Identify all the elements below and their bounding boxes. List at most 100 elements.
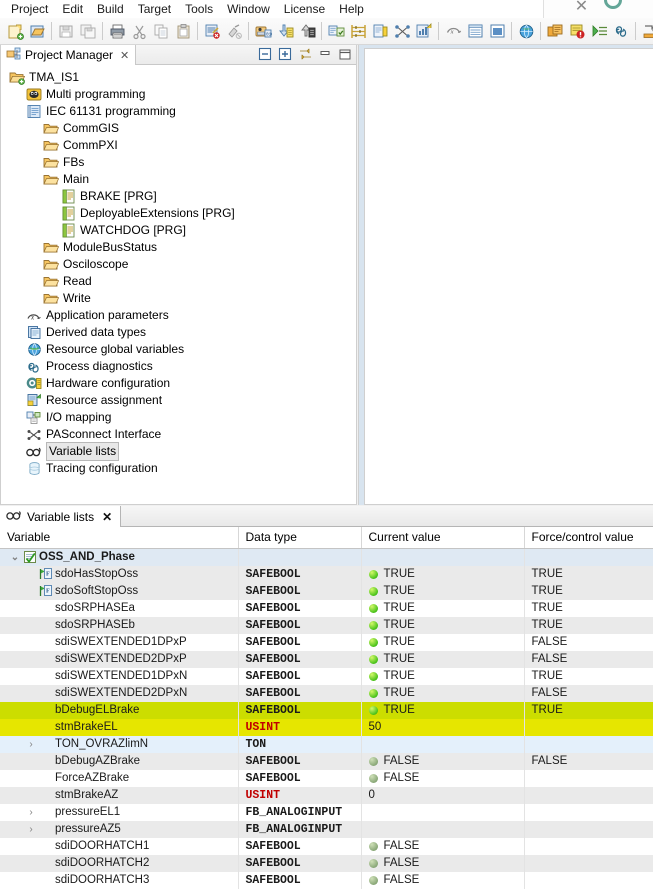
column-header-data-type[interactable]: Data type: [238, 527, 362, 549]
debug-icon[interactable]: x: [442, 20, 464, 42]
cell-current-value[interactable]: TRUE: [361, 616, 525, 634]
cell-data-type[interactable]: SAFEBOOL: [238, 650, 362, 668]
tree-item-tma-is1[interactable]: TMA_IS1: [1, 69, 356, 86]
cell-variable[interactable]: stmBrakeEL: [0, 718, 239, 736]
cell-force-value[interactable]: FALSE: [524, 684, 653, 702]
cell-variable[interactable]: sdoSRPHASEb: [0, 616, 239, 634]
chevron-down-icon[interactable]: ⌄: [7, 549, 23, 566]
save-all-icon[interactable]: [77, 20, 99, 42]
close-icon[interactable]: ✕: [120, 49, 129, 62]
cell-variable[interactable]: FsdoHasStopOss: [0, 565, 239, 583]
table-row[interactable]: FsdoHasStopOss SAFEBOOL TRUE TRUE: [0, 565, 653, 583]
chart-icon[interactable]: [413, 20, 435, 42]
cell-data-type[interactable]: SAFEBOOL: [238, 582, 362, 600]
cell-force-value[interactable]: TRUE: [524, 565, 653, 583]
table-row[interactable]: › TON_OVRAZlimN TON: [0, 735, 653, 753]
save-icon[interactable]: [55, 20, 77, 42]
variable-list-icon[interactable]: [464, 20, 486, 42]
table-row[interactable]: ForceAZBrake SAFEBOOL FALSE: [0, 769, 653, 787]
cell-variable[interactable]: sdiDOORHATCH2: [0, 854, 239, 872]
cell-current-value[interactable]: TRUE: [361, 684, 525, 702]
tree-item-tracing-configuration[interactable]: Tracing configuration: [1, 460, 356, 477]
cell-data-type[interactable]: [238, 548, 362, 566]
cell-current-value[interactable]: TRUE: [361, 667, 525, 685]
project-tree[interactable]: TMA_IS1 Multi programming IEC 61131 progra…: [1, 65, 356, 503]
table-row[interactable]: stmBrakeAZ USINT 0: [0, 786, 653, 804]
tree-item-process-diagnostics[interactable]: Process diagnostics: [1, 358, 356, 375]
tab-project-manager[interactable]: Project Manager ✕: [1, 45, 137, 65]
close-icon[interactable]: ✕: [102, 510, 112, 524]
cell-data-type[interactable]: SAFEBOOL: [238, 599, 362, 617]
cell-force-value[interactable]: [524, 837, 653, 855]
new-project-icon[interactable]: [4, 20, 26, 42]
cell-variable[interactable]: › TON_OVRAZlimN: [0, 735, 239, 753]
tree-item-resource-assignment[interactable]: Resource assignment: [1, 392, 356, 409]
tree-item-resource-global-variables[interactable]: Resource global variables: [1, 341, 356, 358]
cell-force-value[interactable]: [524, 718, 653, 736]
cell-variable[interactable]: stmBrakeAZ: [0, 786, 239, 804]
menu-build[interactable]: Build: [90, 0, 131, 18]
menu-window[interactable]: Window: [220, 0, 277, 18]
cell-variable[interactable]: ⌄ OSS_AND_Phase: [0, 548, 239, 566]
column-header-variable[interactable]: Variable: [0, 527, 239, 549]
cell-data-type[interactable]: SAFEBOOL: [238, 837, 362, 855]
ladder-icon[interactable]: [347, 20, 369, 42]
build-error-icon[interactable]: [201, 20, 223, 42]
tree-item-i-o-mapping[interactable]: I/O mapping: [1, 409, 356, 426]
menu-edit[interactable]: Edit: [55, 0, 90, 18]
cell-force-value[interactable]: [524, 871, 653, 889]
tree-item-deployableextensions-prg[interactable]: DeployableExtensions [PRG]: [1, 205, 356, 222]
expand-all-icon[interactable]: [277, 46, 293, 62]
cell-current-value[interactable]: TRUE: [361, 599, 525, 617]
resource-icon[interactable]: [544, 20, 566, 42]
cell-data-type[interactable]: SAFEBOOL: [238, 752, 362, 770]
cell-data-type[interactable]: SAFEBOOL: [238, 701, 362, 719]
clean-icon[interactable]: [223, 20, 245, 42]
cell-current-value[interactable]: [361, 548, 525, 566]
upload-icon[interactable]: [296, 20, 318, 42]
editor-blank-canvas[interactable]: [364, 48, 653, 505]
cell-data-type[interactable]: SAFEBOOL: [238, 769, 362, 787]
cell-current-value[interactable]: FALSE: [361, 854, 525, 872]
cell-data-type[interactable]: SAFEBOOL: [238, 871, 362, 889]
circle-status-icon[interactable]: [604, 0, 623, 9]
table-row[interactable]: sdiDOORHATCH2 SAFEBOOL FALSE: [0, 854, 653, 872]
cell-variable[interactable]: sdiSWEXTENDED1DPxN: [0, 667, 239, 685]
cell-variable[interactable]: ForceAZBrake: [0, 769, 239, 787]
print-icon[interactable]: [106, 20, 128, 42]
menu-tools[interactable]: Tools: [178, 0, 220, 18]
cell-current-value[interactable]: 50: [361, 718, 525, 736]
table-row[interactable]: sdiDOORHATCH3 SAFEBOOL FALSE: [0, 871, 653, 889]
cell-variable[interactable]: › pressureAZ5: [0, 820, 239, 838]
tree-item-read[interactable]: Read: [1, 273, 356, 290]
tree-item-multi-programming[interactable]: Multi programming: [1, 86, 356, 103]
cell-data-type[interactable]: SAFEBOOL: [238, 684, 362, 702]
tree-item-commpxi[interactable]: CommPXI: [1, 137, 356, 154]
cell-current-value[interactable]: FALSE: [361, 837, 525, 855]
cell-current-value[interactable]: [361, 803, 525, 821]
chevron-right-icon[interactable]: ›: [23, 804, 39, 821]
cell-variable[interactable]: sdiSWEXTENDED1DPxP: [0, 633, 239, 651]
compare-icon[interactable]: [325, 20, 347, 42]
download-icon[interactable]: [274, 20, 296, 42]
cell-force-value[interactable]: [524, 735, 653, 753]
table-row[interactable]: sdiSWEXTENDED2DPxN SAFEBOOL TRUE FALSE: [0, 684, 653, 702]
monitor-icon[interactable]: [486, 20, 508, 42]
export-icon[interactable]: [639, 20, 653, 42]
cell-data-type[interactable]: USINT: [238, 786, 362, 804]
diagnostics-icon[interactable]: [566, 20, 588, 42]
link-editor-icon[interactable]: [297, 46, 313, 62]
tree-item-watchdog-prg[interactable]: WATCHDOG [PRG]: [1, 222, 356, 239]
cell-data-type[interactable]: SAFEBOOL: [238, 565, 362, 583]
cut-icon[interactable]: [128, 20, 150, 42]
cell-current-value[interactable]: FALSE: [361, 769, 525, 787]
table-row[interactable]: bDebugELBrake SAFEBOOL TRUE TRUE: [0, 701, 653, 719]
cell-variable[interactable]: bDebugAZBrake: [0, 752, 239, 770]
chevron-right-icon[interactable]: ›: [23, 736, 39, 753]
close-icon[interactable]: ✕: [575, 0, 588, 15]
run-icon[interactable]: [588, 20, 610, 42]
menu-project[interactable]: Project: [4, 0, 55, 18]
cell-current-value[interactable]: TRUE: [361, 582, 525, 600]
online-change-icon[interactable]: [369, 20, 391, 42]
table-row[interactable]: › pressureAZ5 FB_ANALOGINPUT: [0, 820, 653, 838]
